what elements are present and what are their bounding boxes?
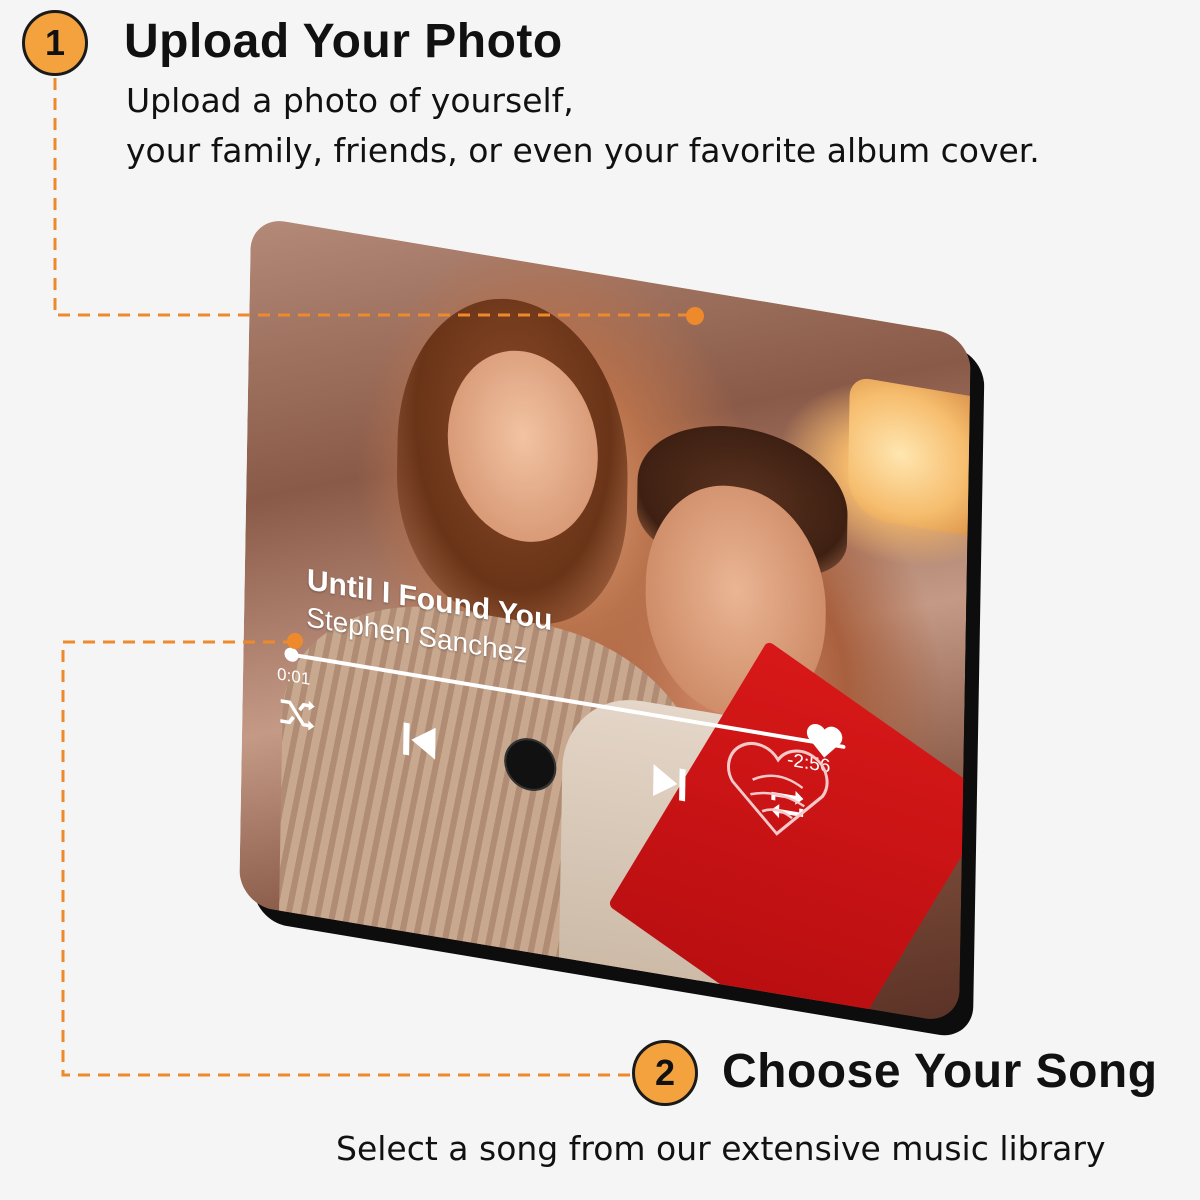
step-2-description: Select a song from our extensive music l… — [336, 1129, 1106, 1168]
connector-step-1 — [53, 78, 695, 317]
connector-step-2 — [61, 640, 632, 1077]
step-2-number: 2 — [654, 1052, 676, 1093]
step-2-badge: 2 — [632, 1040, 698, 1106]
connector-dot-1 — [686, 307, 704, 325]
connector-lines — [53, 78, 704, 1077]
step-2-title: Choose Your Song — [722, 1045, 1158, 1098]
connector-dot-2 — [287, 633, 303, 649]
